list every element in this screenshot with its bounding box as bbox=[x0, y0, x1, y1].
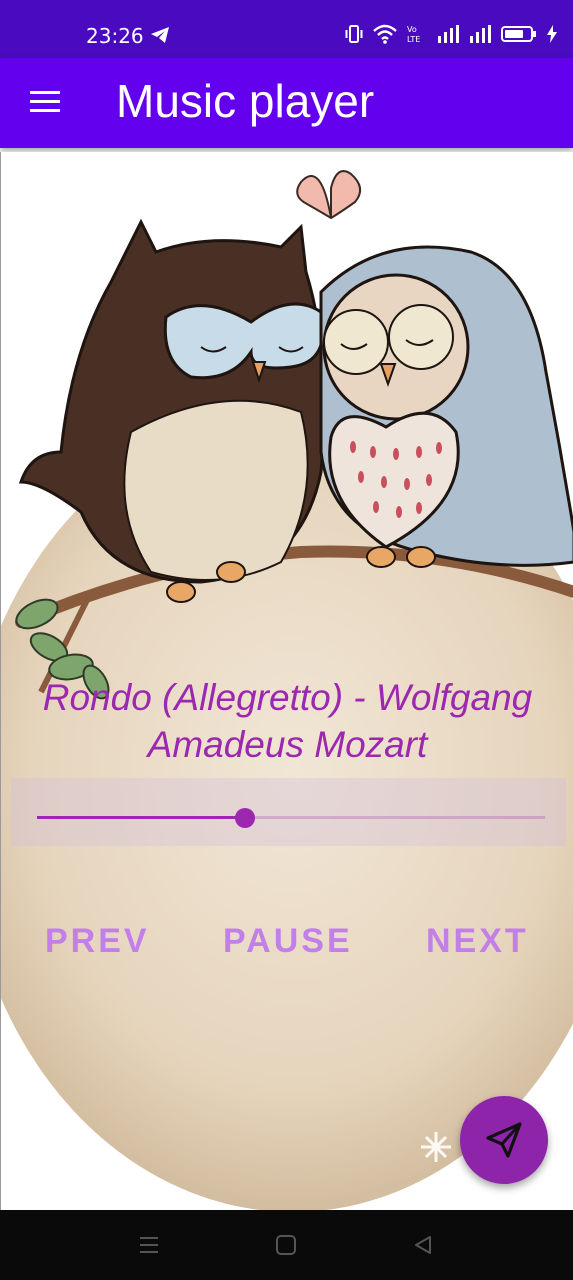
telegram-icon bbox=[150, 26, 170, 49]
app-bar: Music player bbox=[0, 58, 573, 148]
hamburger-menu-icon[interactable] bbox=[30, 91, 60, 115]
vibrate-icon bbox=[345, 25, 363, 43]
back-icon[interactable] bbox=[412, 1234, 434, 1261]
send-icon bbox=[486, 1122, 522, 1158]
status-time: 23:26 bbox=[86, 24, 144, 48]
prev-button[interactable]: PREV bbox=[45, 922, 150, 961]
home-icon[interactable] bbox=[275, 1234, 297, 1261]
signal-icon bbox=[470, 25, 491, 43]
seek-bar[interactable] bbox=[11, 778, 566, 846]
next-button[interactable]: NEXT bbox=[426, 922, 529, 961]
signal-icon bbox=[438, 25, 459, 43]
battery-icon bbox=[501, 26, 536, 42]
status-icons: Vo LTE bbox=[345, 24, 557, 44]
svg-text:Vo: Vo bbox=[407, 25, 417, 34]
seek-progress bbox=[37, 816, 245, 819]
svg-text:LTE: LTE bbox=[407, 35, 420, 44]
wifi-icon bbox=[373, 24, 397, 44]
send-fab[interactable] bbox=[460, 1096, 548, 1184]
player-content: Rondo (Allegretto) - Wolfgang Amadeus Mo… bbox=[0, 152, 573, 1210]
seek-thumb[interactable] bbox=[235, 808, 255, 828]
app-title: Music player bbox=[116, 75, 375, 127]
navigation-bar bbox=[0, 1210, 573, 1280]
status-bar: 23:26 Vo LTE bbox=[0, 0, 573, 58]
recents-icon[interactable] bbox=[138, 1234, 160, 1261]
volte-icon: VoLTE bbox=[407, 25, 420, 44]
pause-button[interactable]: PAUSE bbox=[223, 922, 353, 961]
charging-icon bbox=[547, 25, 557, 43]
song-title: Rondo (Allegretto) - Wolfgang Amadeus Mo… bbox=[42, 677, 533, 765]
